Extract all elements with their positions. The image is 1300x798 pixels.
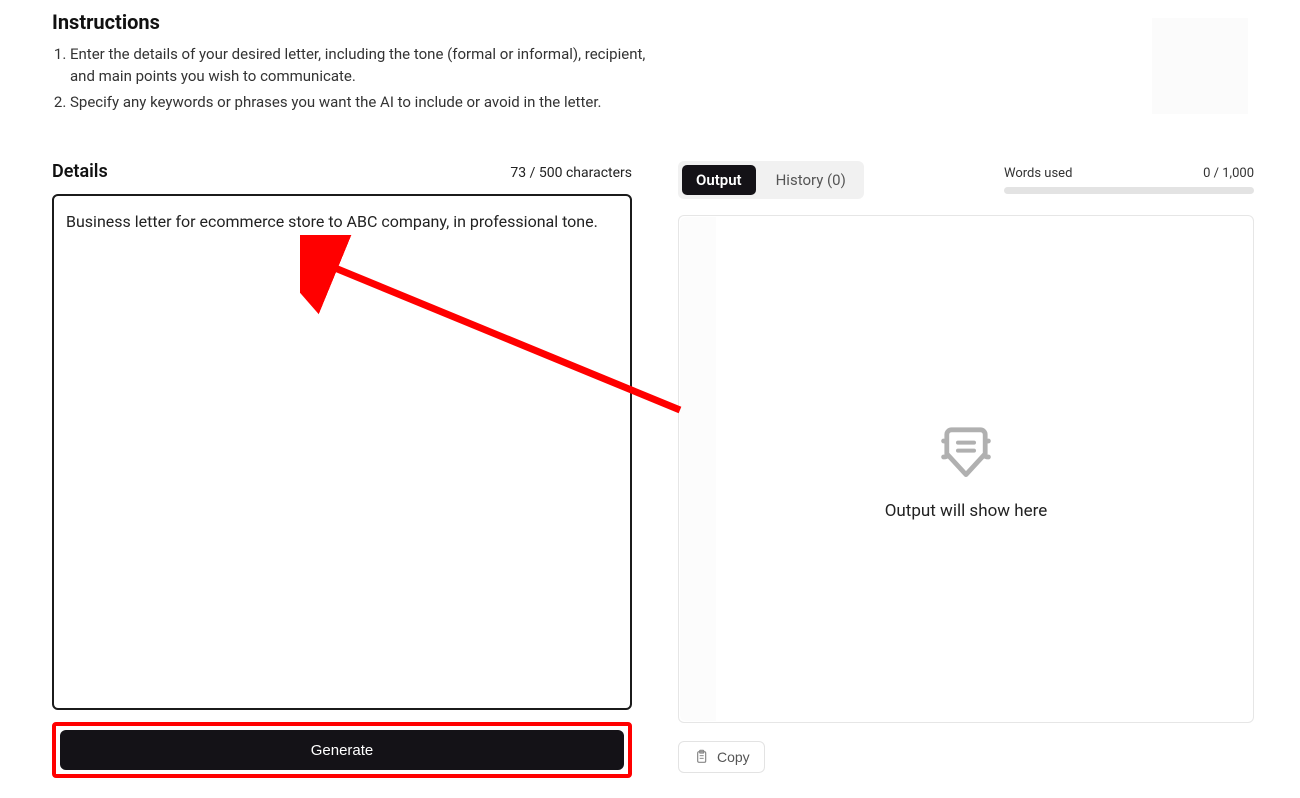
words-used-block: Words used 0 / 1,000 — [1004, 166, 1254, 194]
details-column: Details 73 / 500 characters Generate — [52, 161, 632, 778]
copy-button[interactable]: Copy — [678, 741, 765, 773]
words-used-bar — [1004, 187, 1254, 194]
details-input[interactable] — [52, 194, 632, 710]
details-title: Details — [52, 161, 108, 182]
output-panel: Output will show here — [678, 215, 1254, 723]
tab-history[interactable]: History (0) — [762, 165, 860, 195]
instructions-title: Instructions — [52, 10, 1248, 34]
generate-button[interactable]: Generate — [60, 730, 624, 770]
clipboard-icon — [693, 749, 709, 765]
generate-highlight: Generate — [52, 722, 632, 778]
output-gutter — [680, 217, 716, 721]
words-used-count: 0 / 1,000 — [1203, 166, 1254, 181]
output-placeholder-text: Output will show here — [885, 501, 1048, 521]
output-tabs: Output History (0) — [678, 161, 864, 199]
instructions-list: Enter the details of your desired letter… — [52, 44, 652, 117]
tab-output[interactable]: Output — [682, 165, 756, 195]
instruction-item: Enter the details of your desired letter… — [70, 44, 652, 88]
instruction-item: Specify any keywords or phrases you want… — [70, 92, 652, 114]
output-placeholder-icon — [926, 417, 1006, 481]
top-right-block — [1152, 18, 1248, 114]
words-used-label: Words used — [1004, 166, 1072, 181]
copy-label: Copy — [717, 749, 750, 765]
character-count: 73 / 500 characters — [510, 165, 632, 181]
output-column: Output History (0) Words used 0 / 1,000 — [678, 161, 1254, 778]
